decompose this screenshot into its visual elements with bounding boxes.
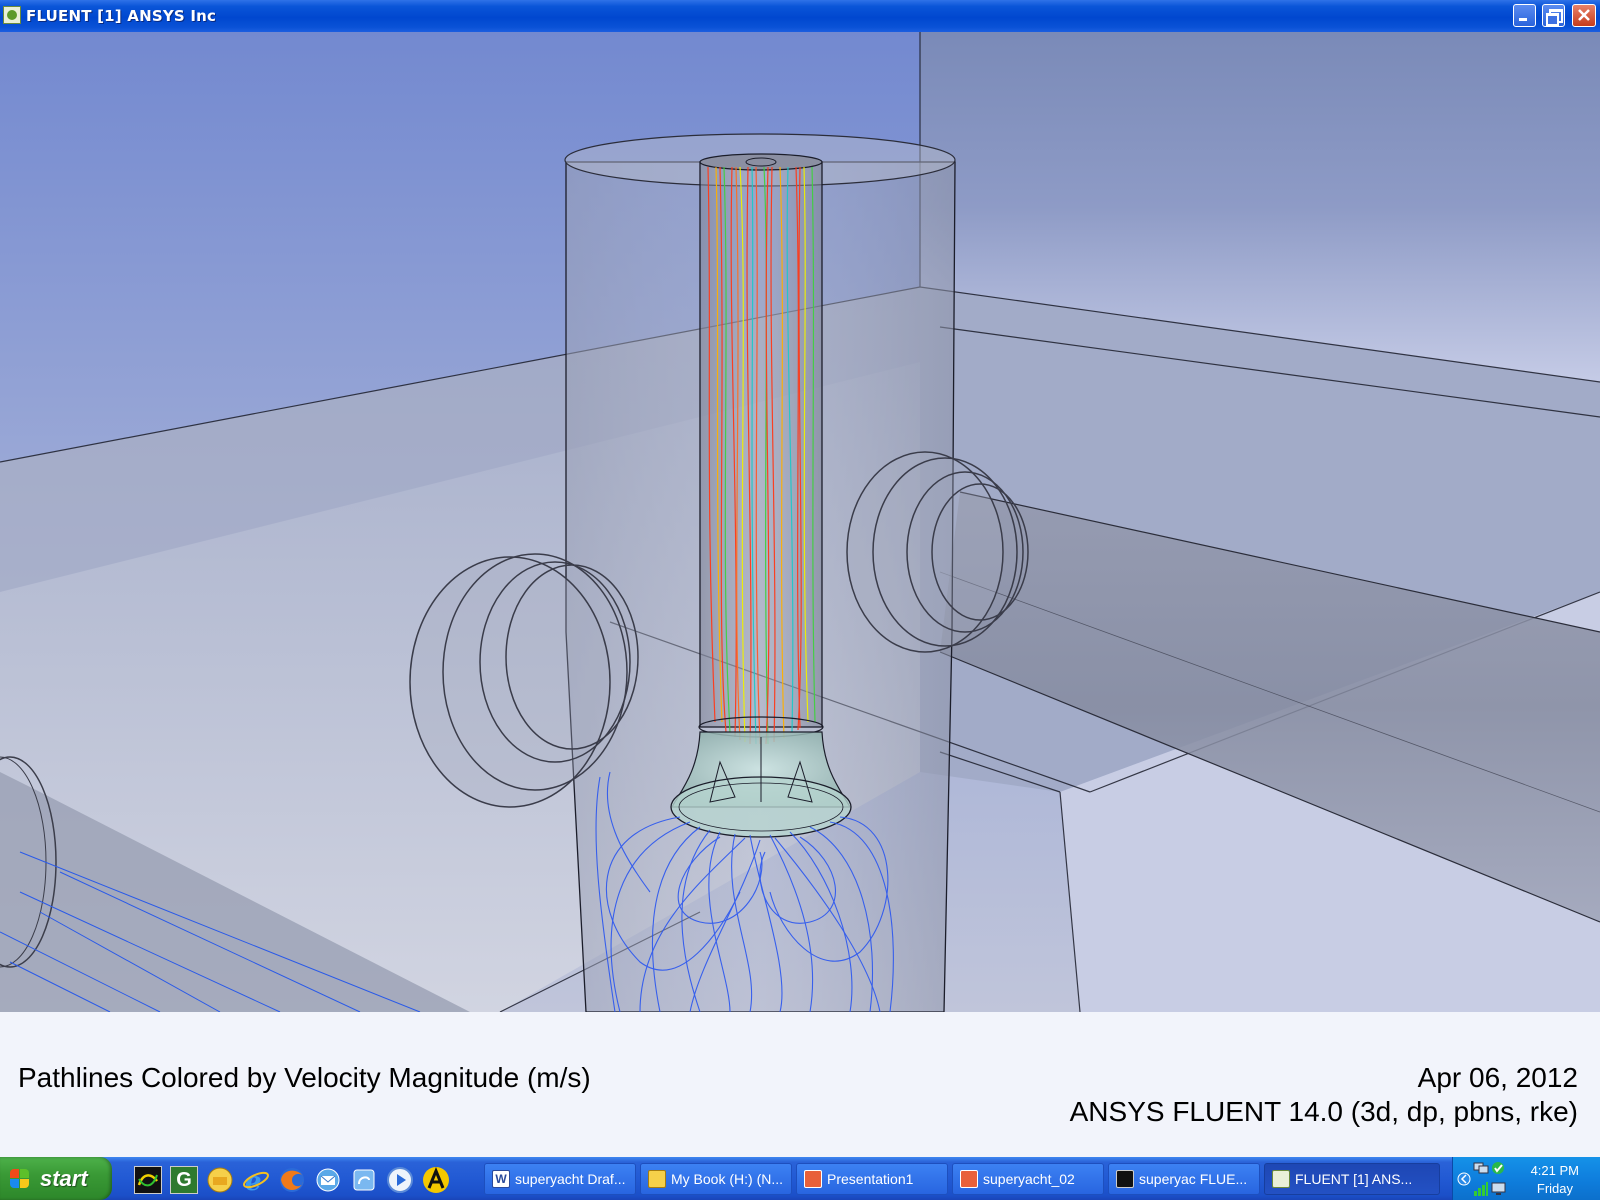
solver-version: ANSYS FLUENT 14.0 (3d, dp, pbns, rke) [1069,1096,1578,1127]
close-button[interactable] [1572,4,1596,27]
clock-time[interactable]: 4:21 PM [1531,1163,1579,1178]
signal-strength-icon[interactable] [1473,1181,1489,1197]
taskbar-button-fluent-active[interactable]: FLUENT [1] ANS... [1264,1163,1440,1195]
plot-title: Pathlines Colored by Velocity Magnitude … [18,1062,591,1093]
title-bar: FLUENT [1] ANSYS Inc [0,0,1600,32]
word-icon: W [492,1170,510,1188]
start-button[interactable]: start [0,1157,112,1200]
ie-icon[interactable]: e [242,1166,270,1197]
caption-band: Pathlines Colored by Velocity Magnitude … [0,1012,1600,1157]
clock-day: Friday [1536,1181,1573,1196]
powerpoint-icon [960,1170,978,1188]
taskbar: start G e W superyacht Draf... My Book (… [0,1157,1600,1200]
folder-icon[interactable] [206,1166,234,1194]
fluent-icon [1272,1170,1290,1188]
minimize-icon [1519,18,1527,21]
firefox-icon[interactable] [278,1166,306,1194]
window-title: FLUENT [1] ANSYS Inc [26,7,217,25]
fluent-icon[interactable] [134,1166,162,1194]
system-tray: 4:21 PM Friday [1452,1157,1600,1200]
ansys-icon[interactable] [422,1166,450,1194]
taskbar-button-presentation1[interactable]: Presentation1 [796,1163,948,1195]
taskbar-button-superyac-fluent[interactable]: superyac FLUE... [1108,1163,1260,1195]
taskbar-button-my-book[interactable]: My Book (H:) (N... [640,1163,792,1195]
taskbar-button-superyacht-draft[interactable]: W superyacht Draf... [484,1163,636,1195]
mail-icon[interactable] [314,1166,342,1194]
gambit-icon[interactable]: G [170,1166,198,1194]
security-check-icon[interactable] [1491,1161,1505,1175]
monitor-icon[interactable] [1491,1181,1507,1197]
plot-date: Apr 06, 2012 [1417,1062,1578,1093]
network-icon[interactable] [1473,1161,1489,1175]
folder-icon [648,1170,666,1188]
tray-expand-icon[interactable] [1457,1169,1471,1189]
media-player-icon[interactable] [386,1166,414,1194]
start-label: start [40,1166,88,1191]
windows-logo-icon [10,1169,30,1189]
powerpoint-icon [804,1170,822,1188]
close-icon [1578,9,1590,21]
fluent-icon [1116,1170,1134,1188]
sync-icon[interactable] [350,1166,378,1194]
minimize-button[interactable] [1513,4,1536,27]
maximize-button[interactable] [1542,4,1565,27]
fluent-app-icon[interactable] [3,6,21,24]
graphics-viewport[interactable] [0,32,1600,1012]
cfd-scene [0,32,1600,1012]
taskbar-button-superyacht-02[interactable]: superyacht_02 [952,1163,1104,1195]
